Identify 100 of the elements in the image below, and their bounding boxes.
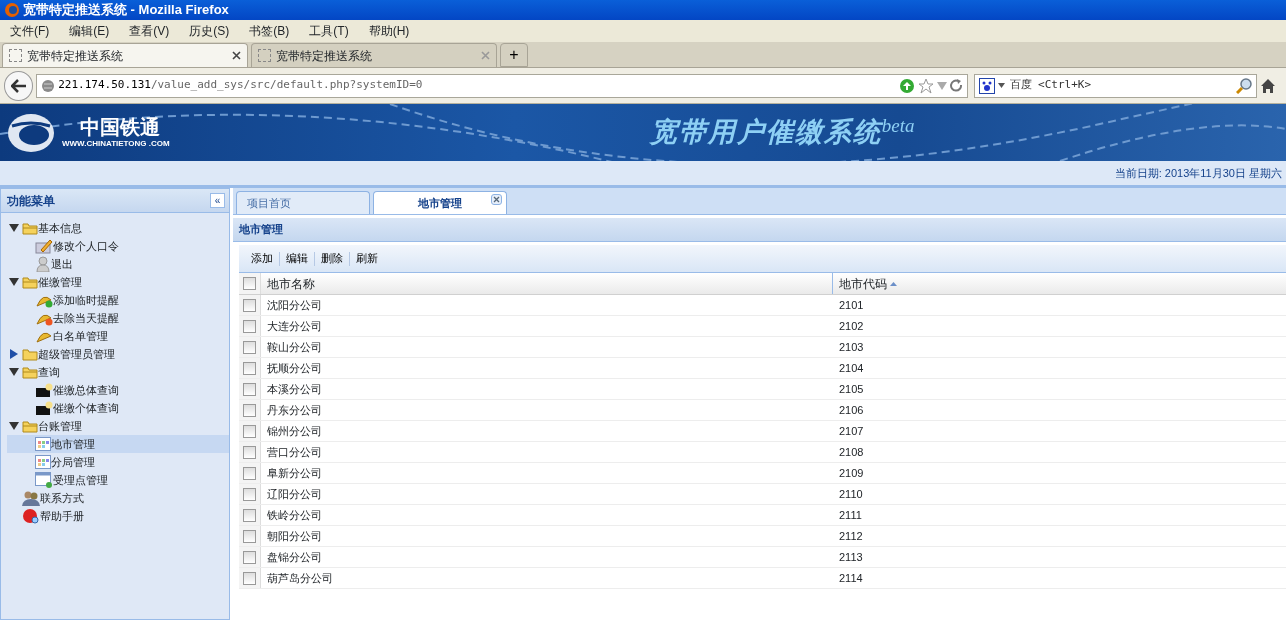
table-cell-text: 鞍山分公司	[266, 339, 323, 355]
folder-icon	[22, 419, 38, 433]
menu-item[interactable]: 历史(S)	[179, 22, 240, 40]
row-checkbox[interactable]	[243, 382, 256, 396]
tab-label: 宽带特定推送系统	[276, 47, 373, 65]
browser-tab[interactable]: 宽带特定推送系统	[251, 43, 497, 67]
tree-item[interactable]: 去除当天提醒	[7, 309, 229, 327]
toolbar-button[interactable]: 编辑	[280, 250, 314, 267]
tree-item[interactable]: 分局管理	[7, 453, 229, 471]
select-all-checkbox[interactable]	[243, 277, 256, 290]
tree-label: 催缴个体查询	[53, 400, 119, 416]
new-tab-button[interactable]: +	[500, 43, 528, 67]
toolbar-button[interactable]: 删除	[315, 250, 349, 267]
tree-label: 台账管理	[38, 418, 82, 434]
table-cell-text: 2106	[838, 402, 865, 418]
tree-item[interactable]: 白名单管理	[7, 327, 229, 345]
content-tab[interactable]: 项目首页	[236, 191, 370, 214]
grid-icon	[35, 437, 51, 451]
tree-item[interactable]: 添加临时提醒	[7, 291, 229, 309]
folder-icon	[22, 365, 38, 379]
back-button[interactable]	[4, 70, 34, 101]
close-tab-button[interactable]	[491, 194, 502, 205]
table-cell-text: 本溪分公司	[266, 381, 323, 397]
tree-item[interactable]: 基本信息	[7, 219, 229, 237]
row-checkbox[interactable]	[243, 466, 256, 480]
address-bar[interactable]: 221.174.50.131/value_add_sys/src/default.php?systemID=0	[36, 73, 968, 98]
menu-item[interactable]: 帮助(H)	[358, 22, 420, 40]
tree-item[interactable]: 联系方式	[7, 489, 229, 507]
table-cell-text: 朝阳分公司	[266, 528, 323, 544]
row-checkbox[interactable]	[243, 508, 256, 522]
table-cell-text: 铁岭分公司	[266, 507, 323, 523]
menu-item[interactable]: 编辑(E)	[59, 22, 120, 40]
tree-label: 查询	[38, 364, 60, 380]
reload-icon	[949, 79, 963, 92]
tree-item[interactable]: 退出	[7, 255, 229, 273]
tree-label: 修改个人口令	[53, 238, 119, 254]
system-title: 宽带用户催缴系统	[649, 117, 882, 148]
table-cell-text: 2114	[838, 570, 864, 586]
row-checkbox[interactable]	[243, 529, 256, 543]
row-checkbox[interactable]	[243, 424, 256, 438]
row-checkbox[interactable]	[243, 445, 256, 459]
tree-label: 基本信息	[38, 220, 82, 236]
table-cell-text: 丹东分公司	[266, 402, 323, 418]
window-title: 宽带特定推送系统 - Mozilla Firefox	[23, 1, 229, 20]
folder-icon	[22, 221, 38, 235]
table-cell-text: 2104	[838, 360, 865, 376]
browser-tab[interactable]: 宽带特定推送系统	[2, 43, 248, 67]
table-cell-text: 2107	[838, 423, 865, 439]
tree-item[interactable]: 台账管理	[7, 417, 229, 435]
search-icon	[1236, 77, 1252, 94]
table-cell-text: 葫芦岛分公司	[266, 570, 334, 586]
row-checkbox[interactable]	[243, 403, 256, 417]
row-checkbox[interactable]	[243, 298, 256, 312]
menu-item[interactable]: 工具(T)	[299, 22, 359, 40]
tree-item[interactable]: 受理点管理	[7, 471, 229, 489]
row-checkbox[interactable]	[243, 361, 256, 375]
table-cell-text: 沈阳分公司	[266, 297, 323, 313]
expanded-triangle-icon	[9, 223, 19, 233]
search-bar[interactable]: 百度 <Ctrl+K>	[973, 73, 1257, 98]
tree-item[interactable]: 修改个人口令	[7, 237, 229, 255]
browser-logo-icon	[4, 2, 20, 18]
expanded-triangle-icon	[9, 367, 19, 377]
tree-item[interactable]: 催缴个体查询	[7, 399, 229, 417]
toolbar-button[interactable]: 添加	[245, 250, 279, 267]
collapse-button[interactable]: «	[210, 193, 225, 208]
close-icon	[232, 51, 241, 60]
home-icon	[1260, 77, 1276, 94]
row-checkbox[interactable]	[243, 319, 256, 333]
tree-label: 地市管理	[51, 436, 95, 452]
table-cell-text: 2112	[838, 528, 864, 544]
table-cell-text: 盘锦分公司	[266, 549, 323, 565]
menu-item[interactable]: 书签(B)	[239, 22, 300, 40]
pencil-icon	[35, 238, 53, 254]
table-cell-text: 锦州分公司	[266, 423, 323, 439]
page-icon	[9, 49, 22, 62]
column-header[interactable]: 地市代码	[833, 274, 1286, 293]
tree-item[interactable]: 超级管理员管理	[7, 345, 229, 363]
tree-item[interactable]: 查询	[7, 363, 229, 381]
tree-label: 受理点管理	[53, 472, 108, 488]
menu-item[interactable]: 查看(V)	[119, 22, 180, 40]
tree-label: 去除当天提醒	[53, 310, 119, 326]
toolbar-button[interactable]: 刷新	[350, 250, 384, 267]
back-arrow-icon	[10, 78, 27, 93]
table-cell-text: 2103	[838, 339, 865, 355]
menu-item[interactable]: 文件(F)	[0, 22, 60, 40]
row-checkbox[interactable]	[243, 487, 256, 501]
expanded-triangle-icon	[9, 421, 19, 431]
row-checkbox[interactable]	[243, 340, 256, 354]
column-header[interactable]: 地市名称	[261, 273, 833, 294]
collapsed-triangle-icon	[9, 349, 19, 359]
tree-item[interactable]: 催缴管理	[7, 273, 229, 291]
content-tab[interactable]: 地市管理	[373, 191, 507, 214]
tree-label: 白名单管理	[53, 328, 108, 344]
row-checkbox[interactable]	[243, 550, 256, 564]
sidebar-title: 功能菜单	[7, 192, 55, 210]
table-cell-text: 2105	[838, 381, 865, 397]
tree-item[interactable]: 帮助手册	[7, 507, 229, 525]
row-checkbox[interactable]	[243, 571, 256, 585]
tree-item[interactable]: 地市管理	[7, 435, 229, 453]
tree-item[interactable]: 催缴总体查询	[7, 381, 229, 399]
